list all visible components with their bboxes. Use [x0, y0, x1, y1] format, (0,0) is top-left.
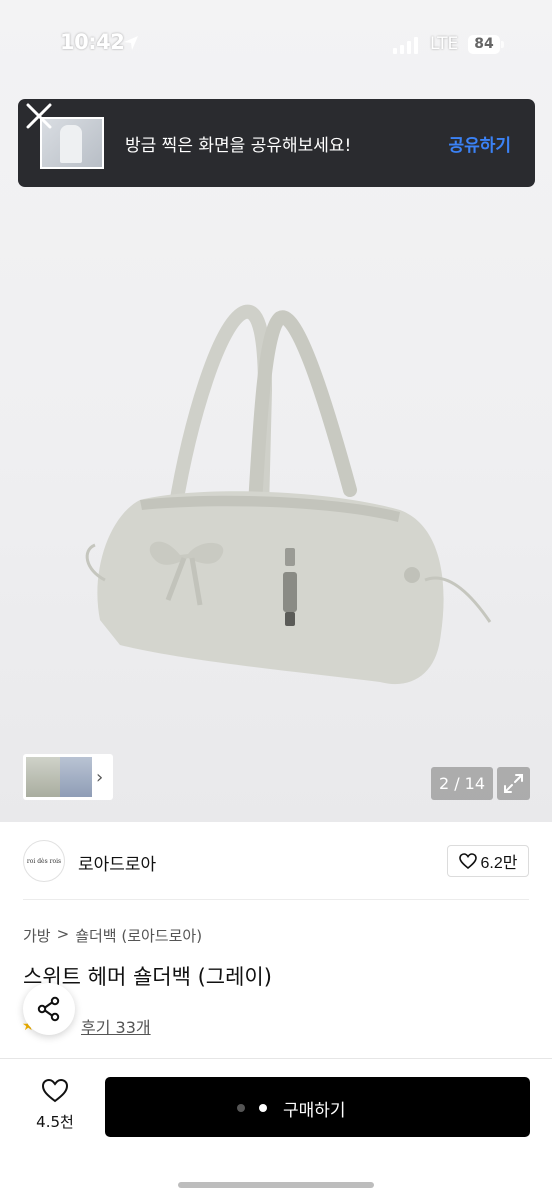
status-bar: 10:42 LTE 84: [0, 0, 552, 90]
status-time: 10:42: [60, 30, 125, 54]
brand-like-button[interactable]: 6.2만: [447, 845, 529, 877]
chevron-right-icon[interactable]: ›: [96, 767, 103, 788]
thumbnail-image-1[interactable]: [26, 757, 60, 797]
share-toast: 방금 찍은 화면을 공유해보세요! 공유하기: [18, 99, 535, 187]
breadcrumb-category[interactable]: 가방: [23, 925, 51, 946]
review-link[interactable]: 후기 33개: [81, 1014, 151, 1038]
battery-icon: 84: [468, 35, 500, 54]
screen-recording-dots: [237, 1104, 269, 1114]
breadcrumb-subcategory[interactable]: 숄더백 (로아드로아): [75, 925, 202, 946]
product-photo: [85, 304, 492, 685]
signal-bars-icon: [393, 37, 418, 54]
dot-active: [259, 1104, 267, 1112]
share-button[interactable]: 공유하기: [448, 131, 511, 156]
buy-button-label: 구매하기: [283, 1101, 346, 1121]
brand-name[interactable]: 로아드로아: [78, 850, 156, 875]
brand-logo[interactable]: roi dès rois: [23, 840, 65, 882]
thumbnail-strip[interactable]: ›: [23, 754, 113, 800]
section-divider: [0, 1058, 552, 1059]
expand-icon[interactable]: [497, 767, 530, 800]
buy-button[interactable]: 구매하기: [105, 1077, 530, 1137]
dot-inactive: [237, 1104, 245, 1112]
thumbnail-figure: [60, 125, 82, 163]
breadcrumb: 가방 > 숄더백 (로아드로아): [23, 925, 202, 946]
toast-message: 방금 찍은 화면을 공유해보세요!: [125, 136, 352, 156]
brand-like-count: 6.2만: [480, 855, 518, 872]
heart-outline-icon: [41, 1078, 69, 1103]
location-arrow-icon: [124, 36, 138, 50]
battery-tip: [501, 41, 504, 48]
thumbnail-image-2[interactable]: [60, 757, 92, 797]
wishlist-count: 4.5천: [36, 1113, 74, 1131]
close-icon[interactable]: [24, 101, 54, 131]
breadcrumb-separator: >: [56, 925, 70, 943]
heart-outline-icon: [458, 853, 477, 869]
wishlist-button[interactable]: 4.5천: [30, 1078, 80, 1136]
image-counter: 2 / 14: [431, 767, 493, 800]
network-type: LTE: [430, 34, 459, 54]
share-fab[interactable]: [23, 983, 75, 1035]
share-icon: [37, 996, 60, 1022]
divider: [23, 899, 529, 900]
home-indicator[interactable]: [178, 1182, 374, 1188]
